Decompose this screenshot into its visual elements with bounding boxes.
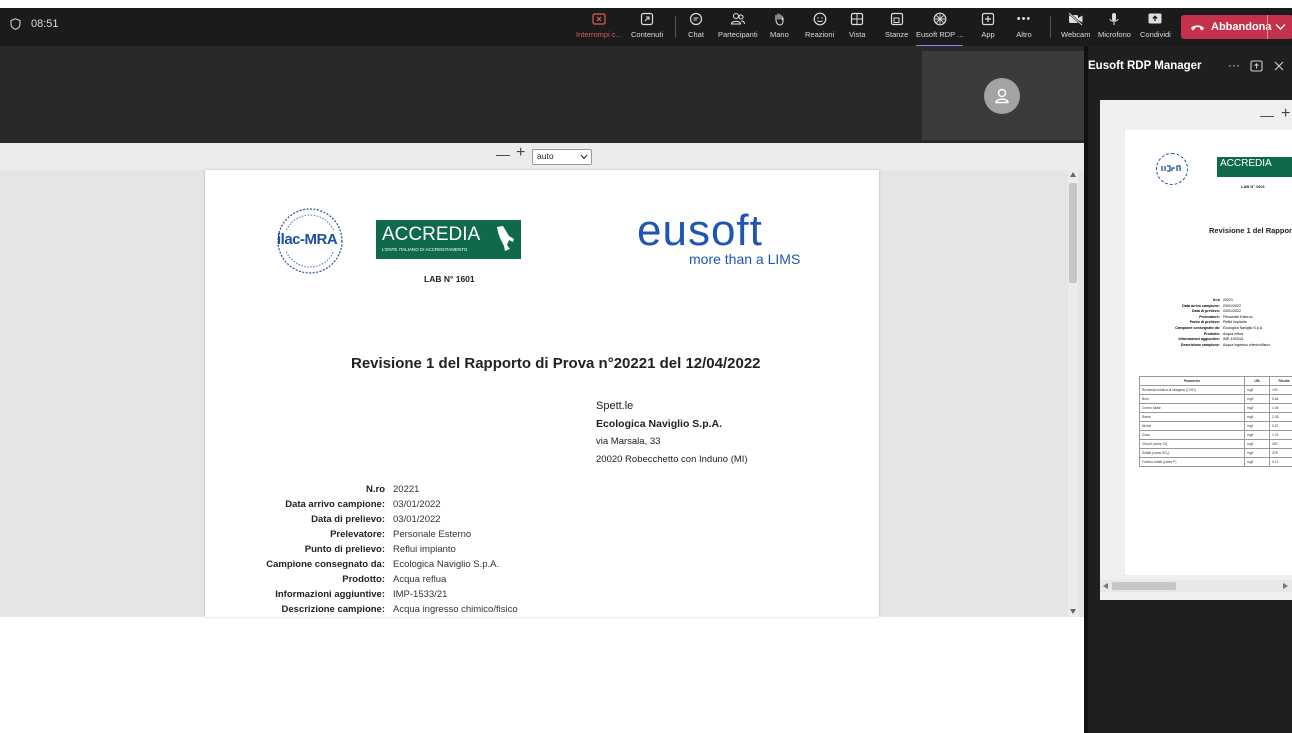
scroll-left-icon[interactable] — [1103, 583, 1108, 589]
share-icon — [1147, 11, 1163, 27]
italy-map-icon — [497, 226, 514, 251]
table-row: Cloruri (come Cl) mg/l 400 — [1139, 439, 1292, 449]
document-page: ilac-MRA ACCREDIA L'ENTE ITALIANO DI ACC… — [205, 170, 879, 617]
meeting-timer: 08:51 — [31, 18, 59, 30]
table-row: Rame mg/l 2.35 — [1139, 412, 1292, 422]
chat-button[interactable]: Chat — [688, 11, 704, 45]
addressee-company: Ecologica Naviglio S.p.A. — [596, 418, 723, 430]
view-button[interactable]: Vista — [849, 11, 866, 45]
stop-share-icon — [591, 11, 607, 27]
share-screen-button[interactable]: Condividi — [1140, 11, 1171, 45]
view-icon — [849, 11, 865, 27]
field-row: Prelevatore: Personale Esterno — [330, 529, 472, 540]
mini-accredia-logo: ACCREDIA — [1217, 157, 1292, 177]
phone-hangup-icon — [1191, 24, 1204, 30]
field-row: Campione consegnato da: Ecologica Navigli… — [266, 559, 500, 570]
apps-icon — [980, 11, 996, 27]
stop-sharing-button[interactable]: Interrompi c... — [576, 11, 622, 45]
table-row: Solfati (come SO₄) mg/l 378 — [1139, 448, 1292, 458]
chevron-down-icon — [580, 154, 588, 160]
field-row: Descrizione campione: Acqua ingresso chim… — [281, 604, 518, 615]
table-row: Richiesta chimica di ossigeno (COD) mg/l 1… — [1139, 385, 1292, 395]
meeting-info: 08:51 — [10, 18, 59, 30]
zoom-select-value: auto — [537, 151, 554, 161]
panel-scroll-thumb[interactable] — [1112, 582, 1176, 590]
mini-lab-number: LAB N° 1601 — [1241, 184, 1265, 189]
field-row: Data di prelievo: 03/01/2022 — [311, 514, 441, 525]
chevron-down-icon[interactable] — [1275, 23, 1286, 31]
mini-results-table: Parametro UM Risulta Richiesta chimica d… — [1139, 376, 1292, 467]
ilac-logo-icon — [1160, 164, 1184, 173]
zoom-in-button[interactable]: + — [516, 144, 525, 162]
accredia-logo: ACCREDIA L'ENTE ITALIANO DI ACCREDITAMEN… — [376, 220, 521, 259]
participants-button[interactable]: Partecipanti — [718, 11, 758, 45]
addressee-city: 20020 Robecchetto con Induno (MI) — [596, 454, 748, 465]
person-icon — [995, 88, 1009, 104]
addressee-block: Spett.le Ecologica Naviglio S.p.A. via M… — [596, 397, 748, 469]
reactions-button[interactable]: Reazioni — [805, 11, 834, 45]
more-icon: ••• — [1016, 13, 1032, 25]
breakout-rooms-button[interactable]: Stanze — [885, 11, 908, 45]
field-row: Informazioni aggiuntive: IMP-1533/21 — [275, 589, 448, 600]
content-icon — [639, 11, 655, 27]
participants-icon — [730, 11, 746, 27]
scroll-up-icon[interactable] — [1070, 172, 1076, 177]
field-row: Punto di prelievo: Reflui impianto — [304, 544, 456, 555]
ilac-mra-logo: ilac-MRA — [275, 206, 345, 276]
lab-number: LAB N° 1601 — [424, 274, 475, 284]
field-row: Data arrivo campione: 03/01/2022 — [285, 499, 441, 510]
panel-horizontal-scrollbar[interactable] — [1100, 580, 1292, 592]
microphone-toggle-button[interactable]: Microfono — [1098, 11, 1131, 45]
mini-ilac-logo — [1156, 153, 1188, 185]
field-row: N.ro 20221 — [366, 484, 420, 495]
mini-report-fields: N.ro 20221 Data arrivo campione: 03/01/202… — [1125, 298, 1270, 348]
addressee-salutation: Spett.le — [596, 400, 634, 412]
table-row: Nichel mg/l 0.57 — [1139, 421, 1292, 431]
more-options-button[interactable]: ••• Altro — [1016, 11, 1032, 45]
scroll-down-icon[interactable] — [1070, 609, 1076, 614]
leave-split-divider — [1267, 15, 1268, 39]
viewer-scroll-thumb[interactable] — [1069, 183, 1077, 283]
mini-field-row: Descrizione campione: Acqua ingresso chim… — [1180, 342, 1271, 347]
leave-meeting-button[interactable]: Abbandona — [1181, 15, 1292, 39]
table-row: Zinco mg/l 1.01 — [1139, 430, 1292, 440]
scroll-right-icon[interactable] — [1283, 583, 1288, 589]
microphone-icon — [1106, 11, 1122, 27]
reactions-icon — [812, 11, 828, 27]
content-button[interactable]: Contenuti — [631, 11, 663, 45]
pop-out-icon[interactable] — [1250, 60, 1263, 72]
zoom-out-button[interactable]: — — [496, 146, 510, 162]
toolbar-separator — [1050, 16, 1051, 38]
zoom-select[interactable]: auto — [532, 149, 592, 165]
raise-hand-button[interactable]: Mano — [770, 11, 789, 45]
panel-zoom-in-button[interactable]: + — [1281, 105, 1290, 123]
table-row: Boro mg/l 0.64 — [1139, 394, 1292, 404]
panel-zoom-out-button[interactable]: — — [1260, 107, 1274, 123]
camera-off-icon — [1067, 11, 1084, 27]
mini-document-title: Revisione 1 del Rapporto — [1209, 226, 1292, 235]
table-row: Cromo totale mg/l 1.46 — [1139, 403, 1292, 413]
hand-icon — [771, 11, 787, 27]
meeting-toolbar: 08:51 Interrompi c... Contenuti Chat Par… — [0, 8, 1292, 47]
avatar — [984, 78, 1020, 114]
addressee-street: via Marsala, 33 — [596, 436, 661, 447]
close-icon[interactable] — [1274, 61, 1284, 71]
panel-title: Eusoft RDP Manager — [1088, 60, 1202, 72]
rooms-icon — [889, 11, 905, 27]
field-row: Prodotto: Acqua reflua — [342, 574, 447, 585]
eusoft-rdp-app-button[interactable]: Eusoft RDP ... — [916, 11, 964, 47]
apps-button[interactable]: App — [980, 11, 996, 45]
viewer-toolbar: — + auto — [0, 143, 1084, 170]
panel-more-button[interactable]: ··· — [1228, 58, 1240, 72]
toolbar-separator — [675, 16, 676, 38]
webcam-toggle-button[interactable]: Webcam — [1061, 11, 1090, 45]
shield-icon — [10, 18, 21, 30]
table-header-row: Parametro UM Risulta — [1139, 376, 1292, 386]
chat-icon — [688, 11, 704, 27]
table-row: Fosforo totale (come P) mg/l 0.12 — [1139, 457, 1292, 467]
panel-document-page: ACCREDIA LAB N° 1601 Revisione 1 del Rap… — [1125, 130, 1292, 575]
eusoft-logo: eusoft more than a LIMS — [637, 206, 801, 267]
document-title: Revisione 1 del Rapporto di Prova n°2022… — [351, 355, 761, 372]
eusoft-app-icon — [932, 11, 948, 27]
